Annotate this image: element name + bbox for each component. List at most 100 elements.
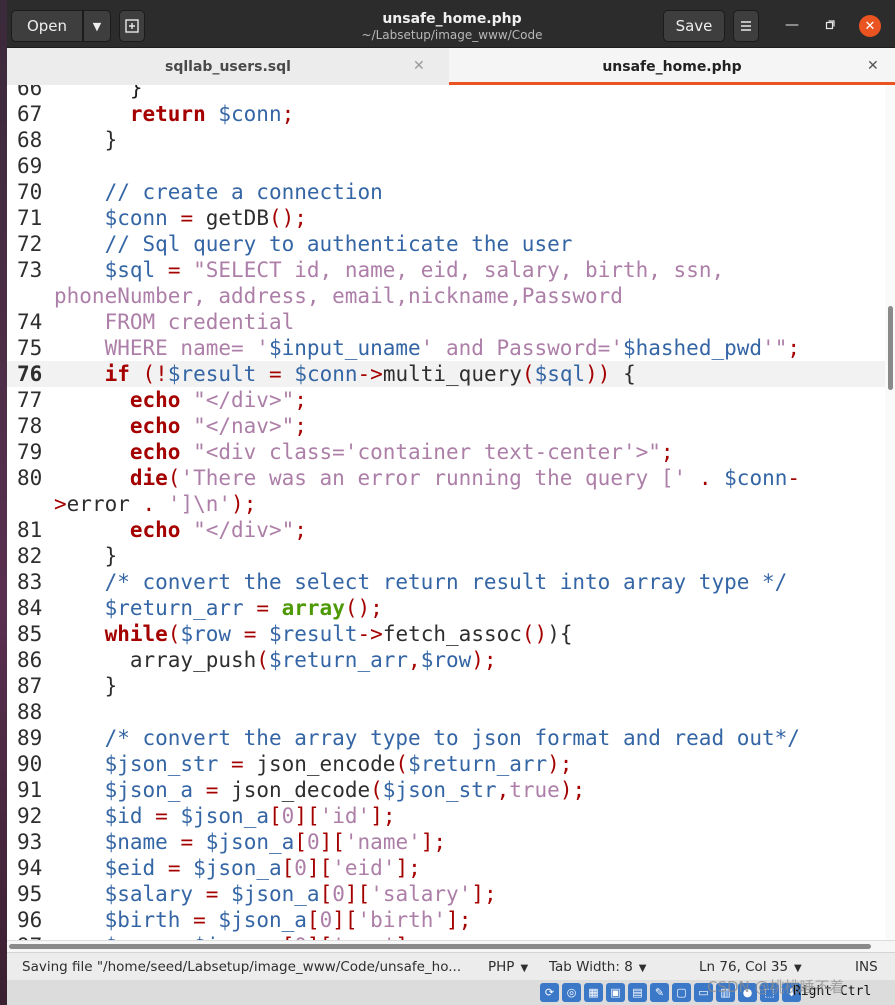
code-line[interactable]: 77 echo "</div>"; — [7, 387, 885, 413]
code-text: if (!$result = $conn->multi_query($sql))… — [104, 362, 636, 386]
code-line[interactable]: 78 echo "</nav>"; — [7, 413, 885, 439]
code-line[interactable]: 73 $sql = "SELECT id, name, eid, salary,… — [7, 257, 885, 283]
tab-unsafe-home[interactable]: unsafe_home.php ✕ — [449, 48, 895, 85]
hamburger-icon — [741, 21, 751, 31]
horizontal-scrollbar[interactable] — [7, 940, 895, 952]
code-line[interactable]: 80 die('There was an error running the q… — [7, 465, 885, 491]
code-text: $json_str = json_encode($return_arr); — [104, 752, 573, 776]
desktop-edge — [0, 0, 7, 1005]
tab-sqllab-users[interactable]: sqllab_users.sql ✕ — [7, 48, 449, 85]
code-line[interactable]: 96 $birth = $json_a[0]['birth']; — [7, 907, 885, 933]
line-number: 76 — [17, 362, 43, 386]
code-line[interactable]: 74 FROM credential — [7, 309, 885, 335]
code-line[interactable]: 69 — [7, 153, 885, 179]
code-line[interactable]: phoneNumber, address, email,nickname,Pas… — [7, 283, 885, 309]
scrollbar-thumb[interactable] — [9, 944, 871, 949]
chevron-down-icon: ▼ — [638, 963, 647, 974]
line-number: 70 — [17, 180, 43, 204]
code-line[interactable]: 68 } — [7, 127, 885, 153]
code-line[interactable]: 67 return $conn; — [7, 101, 885, 127]
code-text: /* convert the array type to json format… — [104, 726, 800, 750]
chevron-down-icon: ▼ — [92, 19, 102, 33]
line-number: 81 — [17, 518, 43, 542]
usb-icon[interactable]: ⟳ — [540, 983, 559, 1002]
code-line[interactable]: 82 } — [7, 543, 885, 569]
code-line[interactable]: 95 $salary = $json_a[0]['salary']; — [7, 881, 885, 907]
code-line[interactable]: 90 $json_str = json_encode($return_arr); — [7, 751, 885, 777]
close-icon[interactable]: ✕ — [867, 58, 879, 74]
audio-icon[interactable]: ✎ — [650, 983, 669, 1002]
network-icon[interactable]: ▦ — [584, 983, 603, 1002]
display-icon[interactable]: ▣ — [606, 983, 625, 1002]
close-button[interactable]: ✕ — [859, 15, 881, 37]
vertical-scrollbar[interactable] — [885, 85, 895, 940]
code-text: $id = $json_a[0]['id']; — [104, 804, 396, 828]
line-number: 83 — [17, 570, 43, 594]
language-selector[interactable]: PHP ▼ — [488, 959, 528, 975]
code-line[interactable]: 88 — [7, 699, 885, 725]
code-text: $conn = getDB(); — [104, 206, 307, 230]
code-editor[interactable]: 66 } 67 return $conn; 68 } 69 70 // create a… — [7, 85, 885, 940]
hamburger-menu-button[interactable] — [733, 10, 759, 42]
close-icon[interactable]: ✕ — [413, 58, 425, 74]
line-number: 84 — [17, 596, 43, 620]
language-label: PHP — [488, 959, 515, 975]
cursor-position-label: Ln 76, Col 35 — [699, 959, 789, 975]
minimize-icon: — — [785, 17, 799, 33]
status-message: Saving file "/home/seed/Labsetup/image_w… — [22, 959, 462, 975]
line-number: 69 — [17, 154, 43, 178]
line-number: 67 — [17, 102, 43, 126]
code-line[interactable]: 91 $json_a = json_decode($json_str,true)… — [7, 777, 885, 803]
tab-width-selector[interactable]: Tab Width: 8 ▼ — [549, 959, 647, 975]
code-line[interactable]: 94 $eid = $json_a[0]['eid']; — [7, 855, 885, 881]
code-line[interactable]: 81 echo "</div>"; — [7, 517, 885, 543]
code-line[interactable]: 87 } — [7, 673, 885, 699]
code-line[interactable]: 97 $ssn = $json_a[0]['ssn']; — [7, 933, 885, 940]
code-line[interactable]: >error . ']\n'); — [7, 491, 885, 517]
line-number: 66 — [17, 85, 43, 100]
code-line[interactable]: 76 if (!$result = $conn->multi_query($sq… — [7, 361, 885, 387]
line-number: 82 — [17, 544, 43, 568]
code-line[interactable]: 71 $conn = getDB(); — [7, 205, 885, 231]
code-text: // Sql query to authenticate the user — [104, 232, 573, 256]
code-line[interactable]: 93 $name = $json_a[0]['name']; — [7, 829, 885, 855]
minimize-button[interactable]: — — [784, 17, 800, 33]
chevron-down-icon: ▼ — [794, 963, 802, 974]
code-text: WHERE name= '$input_uname' and Password=… — [104, 336, 800, 360]
code-line[interactable]: 84 $return_arr = array(); — [7, 595, 885, 621]
line-number: 73 — [17, 258, 43, 282]
line-number: 72 — [17, 232, 43, 256]
code-text: phoneNumber, address, email,nickname,Pas… — [54, 284, 623, 308]
line-number: 68 — [17, 128, 43, 152]
code-line[interactable]: 85 while($row = $result->fetch_assoc()){ — [7, 621, 885, 647]
code-line[interactable]: 70 // create a connection — [7, 179, 885, 205]
scrollbar-thumb[interactable] — [888, 306, 893, 390]
restore-icon — [825, 20, 835, 30]
capture-icon[interactable]: ▢ — [672, 983, 691, 1002]
new-tab-button[interactable] — [119, 10, 145, 42]
cursor-position-selector[interactable]: Ln 76, Col 35 ▼ — [699, 959, 802, 975]
code-text: echo "</div>"; — [129, 518, 307, 542]
code-line[interactable]: 83 /* convert the select return result i… — [7, 569, 885, 595]
open-button[interactable]: Open — [11, 10, 83, 42]
tab-width-label: Tab Width: 8 — [549, 959, 633, 975]
maximize-button[interactable] — [822, 17, 838, 33]
code-line[interactable]: 72 // Sql query to authenticate the user — [7, 231, 885, 257]
code-text: // create a connection — [104, 180, 383, 204]
code-text: } — [129, 85, 143, 100]
code-line[interactable]: 66 } — [7, 85, 885, 101]
document-title: unsafe_home.php — [382, 11, 522, 27]
shared-folder-icon[interactable]: ▤ — [628, 983, 647, 1002]
line-number: 90 — [17, 752, 43, 776]
code-line[interactable]: 75 WHERE name= '$input_uname' and Passwo… — [7, 335, 885, 361]
code-line[interactable]: 86 array_push($return_arr,$row); — [7, 647, 885, 673]
line-number: 77 — [17, 388, 43, 412]
code-text: $name = $json_a[0]['name']; — [104, 830, 447, 854]
open-menu-button[interactable]: ▼ — [83, 10, 111, 42]
code-line[interactable]: 89 /* convert the array type to json for… — [7, 725, 885, 751]
save-button[interactable]: Save — [663, 10, 725, 42]
code-line[interactable]: 92 $id = $json_a[0]['id']; — [7, 803, 885, 829]
insert-mode-indicator: INS — [855, 959, 878, 975]
code-line[interactable]: 79 echo "<div class='container text-cent… — [7, 439, 885, 465]
disk-icon[interactable]: ◎ — [562, 983, 581, 1002]
